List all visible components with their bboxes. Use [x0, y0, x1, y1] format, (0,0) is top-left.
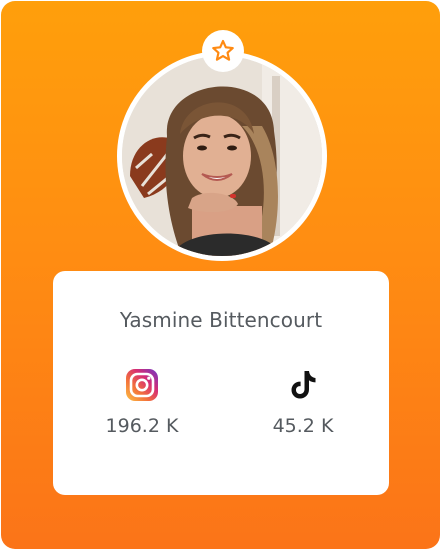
instagram-count: 196.2 K: [105, 415, 179, 437]
instagram-stat[interactable]: 196.2 K: [72, 367, 212, 437]
info-panel: Yasmine Bittencourt 196.2 K 45.2 K: [53, 271, 389, 495]
tiktok-icon: [291, 371, 316, 399]
tiktok-count: 45.2 K: [272, 415, 334, 437]
profile-card: Yasmine Bittencourt 196.2 K 45.2 K: [1, 1, 440, 549]
star-badge: [202, 30, 244, 72]
tiktok-stat[interactable]: 45.2 K: [233, 367, 373, 437]
avatar-ring: [117, 51, 327, 261]
instagram-icon: [126, 369, 158, 401]
avatar: [122, 56, 322, 256]
profile-name: Yasmine Bittencourt: [119, 308, 323, 332]
star-icon: [212, 39, 234, 61]
